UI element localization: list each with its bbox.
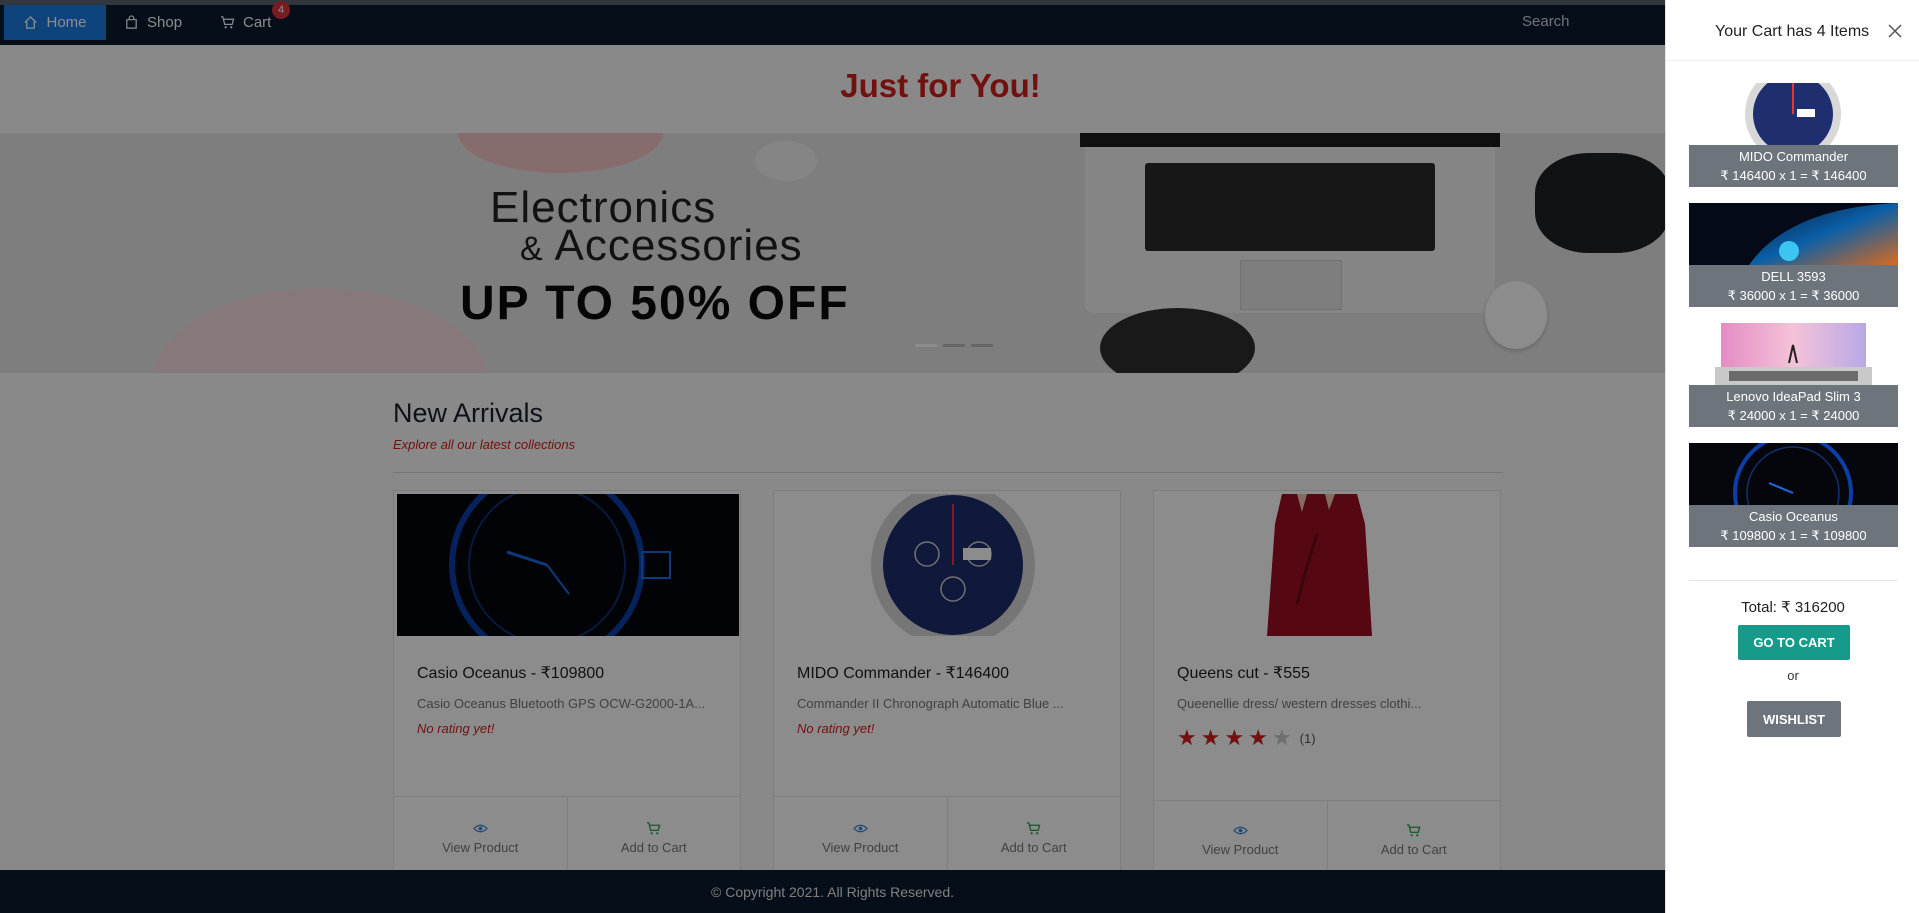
cart-item-caption: DELL 3593 ₹ 36000 x 1 = ₹ 36000 — [1689, 265, 1898, 307]
cart-item-image — [1689, 203, 1898, 265]
or-separator: or — [1787, 668, 1799, 683]
cart-item-price-line: ₹ 24000 x 1 = ₹ 24000 — [1727, 408, 1860, 423]
cart-item-caption: Lenovo IdeaPad Slim 3 ₹ 24000 x 1 = ₹ 24… — [1689, 385, 1898, 427]
drawer-backdrop[interactable] — [0, 0, 1665, 913]
close-icon[interactable] — [1886, 22, 1904, 40]
wishlist-button[interactable]: WISHLIST — [1747, 701, 1841, 737]
cart-item[interactable]: DELL 3593 ₹ 36000 x 1 = ₹ 36000 — [1689, 203, 1898, 307]
cart-item-name: Casio Oceanus — [1749, 509, 1838, 524]
cart-drawer-title: Your Cart has 4 Items — [1715, 23, 1870, 40]
cart-item-image — [1689, 323, 1898, 385]
cart-item-name: Lenovo IdeaPad Slim 3 — [1726, 389, 1861, 404]
cart-item-name: DELL 3593 — [1761, 269, 1826, 284]
cart-total: Total: ₹ 316200 — [1741, 599, 1845, 616]
cart-drawer: Your Cart has 4 Items MIDO Commander ₹ 1… — [1665, 0, 1919, 913]
cart-item-name: MIDO Commander — [1738, 149, 1849, 164]
cart-item-price-line: ₹ 109800 x 1 = ₹ 109800 — [1720, 528, 1867, 543]
cart-divider — [1689, 580, 1898, 581]
cart-item-caption: Casio Oceanus ₹ 109800 x 1 = ₹ 109800 — [1689, 505, 1898, 547]
cart-item-image — [1689, 443, 1898, 505]
cart-drawer-header: Your Cart has 4 Items — [1666, 0, 1919, 61]
cart-item[interactable]: Lenovo IdeaPad Slim 3 ₹ 24000 x 1 = ₹ 24… — [1689, 323, 1898, 427]
cart-item-image — [1689, 83, 1898, 145]
cart-item-price-line: ₹ 36000 x 1 = ₹ 36000 — [1727, 288, 1860, 303]
go-to-cart-button[interactable]: GO TO CART — [1738, 625, 1850, 660]
cart-item-price-line: ₹ 146400 x 1 = ₹ 146400 — [1720, 168, 1867, 183]
cart-item[interactable]: MIDO Commander ₹ 146400 x 1 = ₹ 146400 — [1689, 83, 1898, 187]
cart-item[interactable]: Casio Oceanus ₹ 109800 x 1 = ₹ 109800 — [1689, 443, 1898, 547]
cart-item-caption: MIDO Commander ₹ 146400 x 1 = ₹ 146400 — [1689, 145, 1898, 187]
